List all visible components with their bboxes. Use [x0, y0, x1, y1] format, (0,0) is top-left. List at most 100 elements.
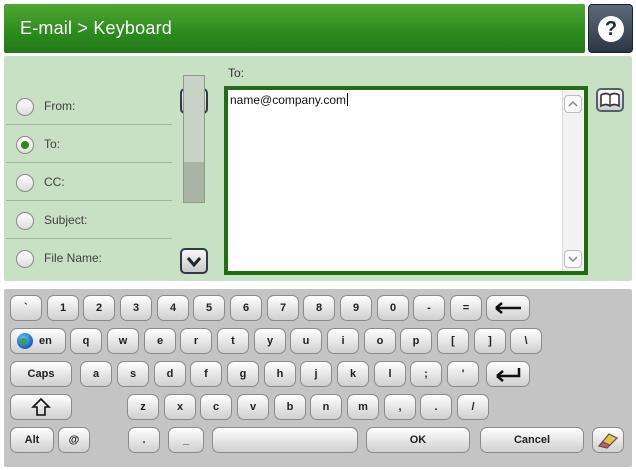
on-screen-keyboard: ` 1 2 3 4 5 6 7 8 9 0 - = en q w e r t y… — [4, 289, 632, 467]
key-g[interactable]: g — [227, 361, 259, 387]
key-0[interactable]: 0 — [377, 295, 409, 321]
header-bar: E-mail > Keyboard — [4, 4, 585, 53]
key-d[interactable]: d — [154, 361, 186, 387]
radio-to[interactable] — [16, 136, 34, 154]
to-address-input[interactable]: name@company.com — [224, 86, 588, 275]
key-at[interactable]: @ — [58, 427, 90, 453]
backspace-key[interactable] — [486, 295, 530, 321]
page-title: E-mail > Keyboard — [20, 18, 172, 38]
key-dot[interactable]: . — [128, 427, 160, 453]
enter-arrow-icon — [496, 368, 521, 382]
key-5[interactable]: 5 — [193, 295, 225, 321]
cancel-button[interactable]: Cancel — [480, 427, 584, 453]
enter-key[interactable] — [486, 361, 530, 387]
radio-from[interactable] — [16, 98, 34, 116]
key-a[interactable]: a — [80, 361, 112, 387]
key-6[interactable]: 6 — [230, 295, 262, 321]
field-scroll-thumb[interactable] — [184, 76, 204, 162]
field-option-file-name[interactable]: File Name: — [6, 239, 172, 277]
to-field-label: To: — [228, 66, 245, 80]
key-x[interactable]: x — [164, 394, 196, 420]
to-input-scroll-up-button[interactable] — [564, 95, 582, 113]
key-apostrophe[interactable]: ' — [447, 361, 479, 387]
radio-file-name[interactable] — [16, 250, 34, 268]
address-book-icon — [600, 92, 620, 108]
key-i[interactable]: i — [327, 328, 359, 354]
key-1[interactable]: 1 — [47, 295, 79, 321]
caps-lock-key[interactable]: Caps — [10, 361, 72, 387]
field-label-file-name: File Name: — [44, 251, 103, 265]
key-3[interactable]: 3 — [120, 295, 152, 321]
field-scroll-down-button[interactable] — [180, 248, 208, 274]
to-address-value: name@company.com — [230, 93, 349, 107]
space-bar[interactable] — [212, 427, 358, 453]
globe-icon — [17, 333, 33, 349]
alt-key[interactable]: Alt — [10, 427, 54, 453]
help-button[interactable]: ? — [588, 4, 633, 53]
key-s[interactable]: s — [117, 361, 149, 387]
eraser-icon — [597, 433, 619, 449]
to-input-scrollbar[interactable] — [562, 91, 583, 271]
key-o[interactable]: o — [364, 328, 396, 354]
field-label-from: From: — [44, 99, 76, 113]
key-backtick[interactable]: ` — [10, 295, 42, 321]
key-l[interactable]: l — [374, 361, 406, 387]
field-option-subject[interactable]: Subject: — [6, 201, 172, 239]
key-4[interactable]: 4 — [157, 295, 189, 321]
key-k[interactable]: k — [337, 361, 369, 387]
field-label-to: To: — [44, 137, 61, 151]
to-address-text: name@company.com — [230, 93, 347, 107]
key-u[interactable]: u — [290, 328, 322, 354]
ok-button[interactable]: OK — [366, 427, 470, 453]
key-t[interactable]: t — [217, 328, 249, 354]
key-underscore[interactable]: _ — [168, 427, 204, 453]
key-p[interactable]: p — [400, 328, 432, 354]
key-q[interactable]: q — [70, 328, 102, 354]
key-n[interactable]: n — [310, 394, 342, 420]
key-e[interactable]: e — [144, 328, 176, 354]
key-9[interactable]: 9 — [340, 295, 372, 321]
key-f[interactable]: f — [190, 361, 222, 387]
title-bar: E-mail > Keyboard ? — [0, 0, 636, 56]
key-2[interactable]: 2 — [83, 295, 115, 321]
key-right-bracket[interactable]: ] — [474, 328, 506, 354]
key-c[interactable]: c — [200, 394, 232, 420]
clear-button[interactable] — [592, 427, 624, 453]
radio-subject[interactable] — [16, 212, 34, 230]
key-comma[interactable]: , — [384, 394, 416, 420]
shift-arrow-icon — [31, 397, 51, 416]
text-caret — [347, 93, 349, 106]
field-option-from[interactable]: From: — [6, 87, 172, 125]
key-z[interactable]: z — [127, 394, 159, 420]
address-book-button[interactable] — [596, 88, 624, 112]
key-h[interactable]: h — [264, 361, 296, 387]
key-left-bracket[interactable]: [ — [437, 328, 469, 354]
key-backslash[interactable]: \ — [510, 328, 542, 354]
key-v[interactable]: v — [237, 394, 269, 420]
key-r[interactable]: r — [180, 328, 212, 354]
chevron-down-icon — [186, 257, 202, 268]
key-slash[interactable]: / — [457, 394, 489, 420]
chevron-up-icon — [568, 100, 578, 107]
key-period[interactable]: . — [420, 394, 452, 420]
key-minus[interactable]: - — [413, 295, 445, 321]
key-8[interactable]: 8 — [303, 295, 335, 321]
key-m[interactable]: m — [347, 394, 379, 420]
key-7[interactable]: 7 — [267, 295, 299, 321]
key-semicolon[interactable]: ; — [410, 361, 442, 387]
language-key[interactable]: en — [10, 328, 66, 354]
radio-cc[interactable] — [16, 174, 34, 192]
key-y[interactable]: y — [254, 328, 286, 354]
field-label-subject: Subject: — [44, 213, 88, 227]
key-j[interactable]: j — [300, 361, 332, 387]
to-input-scroll-down-button[interactable] — [564, 250, 582, 268]
question-mark-icon: ? — [598, 16, 624, 42]
shift-key[interactable] — [10, 394, 72, 420]
key-b[interactable]: b — [274, 394, 306, 420]
backspace-arrow-icon — [495, 302, 521, 314]
language-key-label: en — [39, 335, 52, 347]
field-option-cc[interactable]: CC: — [6, 163, 172, 201]
field-option-to[interactable]: To: — [6, 125, 172, 163]
key-w[interactable]: w — [107, 328, 139, 354]
key-equals[interactable]: = — [450, 295, 482, 321]
